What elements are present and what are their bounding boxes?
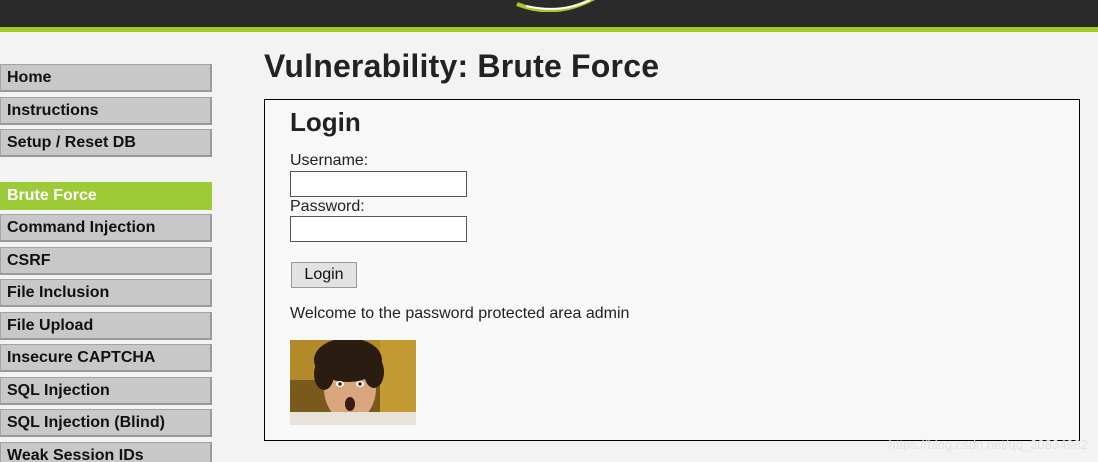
menu-item-home[interactable]: Home — [0, 64, 212, 92]
login-heading: Login — [290, 107, 361, 137]
username-input[interactable] — [290, 171, 467, 197]
sidebar-menu: Home Instructions Setup / Reset DB Brute… — [0, 64, 212, 462]
username-label: Username: — [290, 152, 369, 169]
menu-item-insecure-captcha[interactable]: Insecure CAPTCHA — [0, 344, 212, 372]
menu-separator — [0, 162, 212, 182]
menu-item-file-inclusion[interactable]: File Inclusion — [0, 279, 212, 307]
menu-item-csrf[interactable]: CSRF — [0, 246, 212, 275]
menu-item-setup-reset-db[interactable]: Setup / Reset DB — [0, 129, 212, 157]
menu-item-sql-injection[interactable]: SQL Injection — [0, 376, 212, 405]
watermark-text: https://blog.csdn.net/qq_30834982 — [888, 437, 1089, 452]
menu-item-weak-session-ids[interactable]: Weak Session IDs — [0, 441, 212, 462]
menu-item-command-injection[interactable]: Command Injection — [0, 214, 212, 242]
header-accent-line — [0, 27, 1098, 32]
page-title: Vulnerability: Brute Force — [264, 48, 660, 84]
menu-item-instructions[interactable]: Instructions — [0, 96, 212, 125]
login-panel: Login Username: Password: Login Welcome … — [264, 99, 1080, 441]
password-label: Password: — [290, 198, 365, 215]
menu-item-file-upload[interactable]: File Upload — [0, 311, 212, 340]
login-button[interactable]: Login — [291, 262, 357, 288]
user-avatar-photo — [290, 340, 416, 425]
password-input[interactable] — [290, 216, 467, 242]
dvwa-logo-icon — [516, 0, 595, 12]
welcome-message: Welcome to the password protected area a… — [290, 305, 630, 322]
menu-item-brute-force[interactable]: Brute Force — [0, 181, 212, 210]
menu-item-sql-injection-blind[interactable]: SQL Injection (Blind) — [0, 409, 212, 437]
